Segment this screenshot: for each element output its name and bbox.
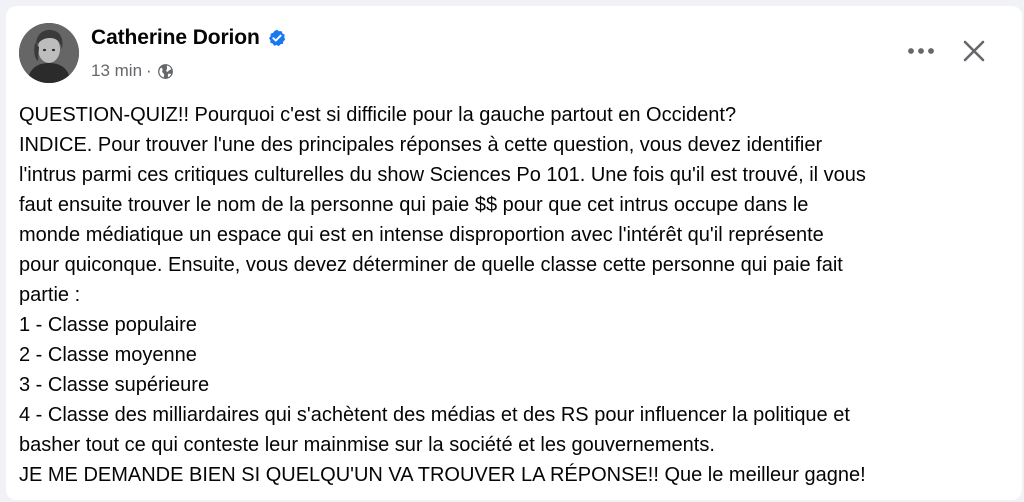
post-text-line: l'intrus parmi ces critiques culturelles…	[19, 164, 866, 186]
list-item: 4 - Classe des milliardaires qui s'achèt…	[19, 404, 850, 426]
post-text-line: INDICE. Pour trouver l'une des principal…	[19, 134, 823, 156]
more-options-button[interactable]	[903, 33, 939, 69]
author-name[interactable]: Catherine Dorion	[91, 26, 260, 50]
post-text-line: faut ensuite trouver le nom de la person…	[19, 194, 809, 216]
author-avatar[interactable]	[19, 23, 79, 83]
post-text-line: QUESTION-QUIZ!! Pourquoi c'est si diffic…	[19, 104, 737, 126]
post-card: Catherine Dorion 13 min · QUESTION-QUIZ!…	[6, 6, 1022, 500]
post-meta: 13 min ·	[91, 61, 174, 81]
list-item: 1 - Classe populaire	[19, 314, 197, 336]
close-icon	[963, 40, 985, 62]
post-text-line: basher tout ce qui conteste leur mainmis…	[19, 434, 715, 456]
close-post-button[interactable]	[956, 33, 992, 69]
globe-icon[interactable]	[157, 63, 174, 80]
post-text-line: pour quiconque. Ensuite, vous devez déte…	[19, 254, 843, 276]
post-timestamp[interactable]: 13 min	[91, 61, 142, 81]
meta-separator: ·	[146, 61, 152, 80]
list-item: 2 - Classe moyenne	[19, 344, 197, 366]
verified-badge-icon	[268, 29, 286, 47]
profile-photo	[19, 23, 79, 83]
list-item: 3 - Classe supérieure	[19, 374, 210, 396]
post-text-line: monde médiatique un espace qui est en in…	[19, 224, 824, 246]
author-row: Catherine Dorion	[91, 26, 286, 50]
more-horizontal-icon	[908, 48, 934, 54]
post-text: QUESTION-QUIZ!! Pourquoi c'est si diffic…	[19, 100, 1014, 490]
post-text-line: JE ME DEMANDE BIEN SI QUELQU'UN VA TROUV…	[19, 464, 866, 486]
post-text-line: partie :	[19, 284, 81, 306]
